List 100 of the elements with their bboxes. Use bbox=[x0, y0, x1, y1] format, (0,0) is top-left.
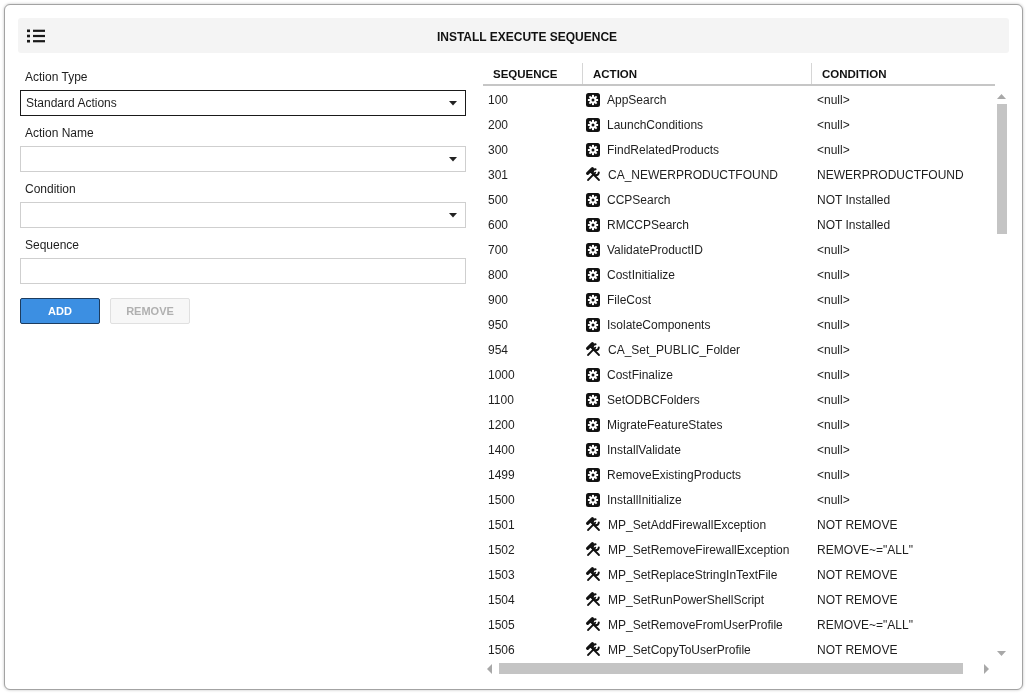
table-cell: <null> bbox=[817, 242, 850, 257]
scrollbar-thumb[interactable] bbox=[499, 663, 963, 674]
table-cell: 1501 bbox=[488, 517, 515, 532]
table-cell: 1499 bbox=[488, 467, 515, 482]
table-cell: 900 bbox=[488, 292, 509, 307]
table-cell: CostInitialize bbox=[607, 267, 676, 282]
hammer-wrench-icon bbox=[586, 592, 601, 607]
gear-icon bbox=[586, 92, 600, 107]
table-cell: RemoveExistingProducts bbox=[607, 467, 742, 482]
table-cell: <null> bbox=[817, 392, 850, 407]
column-header[interactable]: SEQUENCE bbox=[493, 67, 558, 80]
dropdown-field[interactable]: Standard Actions bbox=[20, 90, 466, 116]
left-arrow-icon[interactable] bbox=[487, 663, 492, 674]
gear-icon bbox=[586, 317, 600, 332]
scrollbar-thumb[interactable] bbox=[996, 104, 1007, 234]
table-cell: MP_SetReplaceStringInTextFile bbox=[608, 567, 778, 582]
dropdown-field[interactable] bbox=[20, 146, 466, 172]
field-label: Action Name bbox=[25, 125, 94, 141]
gear-icon bbox=[586, 292, 600, 307]
table-cell: 1100 bbox=[488, 392, 514, 407]
text-field[interactable] bbox=[20, 258, 466, 284]
table-cell: CostFinalize bbox=[607, 367, 674, 382]
table-cell: FileCost bbox=[607, 292, 651, 307]
table-cell: <null> bbox=[817, 292, 850, 307]
caret-icon bbox=[449, 100, 457, 106]
table-cell: <null> bbox=[817, 117, 850, 132]
gear-icon bbox=[586, 492, 600, 507]
caret-icon bbox=[449, 212, 457, 218]
table-cell: InstallInitialize bbox=[607, 492, 682, 507]
table-cell: <null> bbox=[817, 367, 850, 382]
table-cell: 301 bbox=[488, 167, 509, 182]
table-cell: 300 bbox=[488, 142, 509, 157]
table-cell: 1200 bbox=[488, 417, 515, 432]
down-arrow-icon[interactable] bbox=[997, 651, 1006, 656]
dropdown-field[interactable] bbox=[20, 202, 466, 228]
table-cell: <null> bbox=[817, 467, 850, 482]
hammer-wrench-icon bbox=[586, 167, 601, 182]
hammer-wrench-icon bbox=[586, 342, 601, 357]
table-cell: 1000 bbox=[488, 367, 515, 382]
hammer-wrench-icon bbox=[586, 617, 601, 632]
table-cell: MP_SetRemoveFromUserProfile bbox=[608, 617, 783, 632]
hammer-wrench-icon bbox=[586, 642, 601, 657]
table-cell: MP_SetRunPowerShellScript bbox=[608, 592, 765, 607]
list-icon[interactable] bbox=[27, 28, 45, 43]
gear-icon bbox=[586, 217, 600, 232]
gear-icon bbox=[586, 442, 600, 457]
column-header[interactable]: CONDITION bbox=[822, 67, 887, 80]
table-cell: 1503 bbox=[488, 567, 515, 582]
right-arrow-icon[interactable] bbox=[984, 663, 989, 674]
field-label: Condition bbox=[25, 181, 76, 197]
gear-icon bbox=[586, 117, 600, 132]
table-cell: MigrateFeatureStates bbox=[607, 417, 723, 432]
table-cell: RMCCPSearch bbox=[607, 217, 690, 232]
table-cell: NOT Installed bbox=[817, 192, 891, 207]
gear-icon bbox=[586, 367, 600, 382]
table-cell: 1506 bbox=[488, 642, 515, 657]
gear-icon bbox=[586, 467, 600, 482]
gear-icon bbox=[586, 392, 600, 407]
table-cell: <null> bbox=[817, 442, 850, 457]
field-label: Action Type bbox=[25, 69, 88, 85]
table-cell: NOT REMOVE bbox=[817, 592, 898, 607]
gear-icon bbox=[586, 267, 600, 282]
table-cell: 950 bbox=[488, 317, 509, 332]
gear-icon bbox=[586, 417, 600, 432]
table-cell: 1502 bbox=[488, 542, 515, 557]
hammer-wrench-icon bbox=[586, 567, 601, 582]
table-cell: 1500 bbox=[488, 492, 515, 507]
table-cell: 500 bbox=[488, 192, 509, 207]
up-arrow-icon[interactable] bbox=[997, 94, 1006, 99]
table-cell: FindRelatedProducts bbox=[607, 142, 720, 157]
table-cell: <null> bbox=[817, 92, 850, 107]
table-cell: NOT REMOVE bbox=[817, 517, 898, 532]
field-label: Sequence bbox=[25, 237, 80, 253]
table-cell: MP_SetAddFirewallException bbox=[608, 517, 767, 532]
table-cell: REMOVE~="ALL" bbox=[817, 617, 913, 632]
table-cell: MP_SetCopyToUserProfile bbox=[608, 642, 751, 657]
table-cell: InstallValidate bbox=[607, 442, 681, 457]
table-cell: <null> bbox=[817, 317, 850, 332]
hammer-wrench-icon bbox=[586, 542, 601, 557]
table-cell: IsolateComponents bbox=[607, 317, 711, 332]
panel-title: INSTALL EXECUTE SEQUENCE bbox=[435, 29, 619, 44]
table-cell: <null> bbox=[817, 417, 850, 432]
table-cell: MP_SetRemoveFirewallException bbox=[608, 542, 790, 557]
table-cell: CA_NEWERPRODUCTFOUND bbox=[608, 167, 778, 182]
gear-icon bbox=[586, 192, 600, 207]
gear-icon bbox=[586, 142, 600, 157]
table-cell: CCPSearch bbox=[607, 192, 671, 207]
column-header[interactable]: ACTION bbox=[593, 67, 638, 80]
table-cell: 800 bbox=[488, 267, 509, 282]
table-cell: NEWERPRODUCTFOUND bbox=[817, 167, 964, 182]
table-cell: 700 bbox=[488, 242, 509, 257]
gear-icon bbox=[586, 242, 600, 257]
table-cell: LaunchConditions bbox=[607, 117, 704, 132]
table-cell: <null> bbox=[817, 342, 850, 357]
table-cell: NOT REMOVE bbox=[817, 567, 898, 582]
table-cell: 1504 bbox=[488, 592, 515, 607]
table-cell: 600 bbox=[488, 217, 509, 232]
table-cell: ValidateProductID bbox=[607, 242, 703, 257]
table-cell: <null> bbox=[817, 492, 850, 507]
table-cell: REMOVE~="ALL" bbox=[817, 542, 913, 557]
